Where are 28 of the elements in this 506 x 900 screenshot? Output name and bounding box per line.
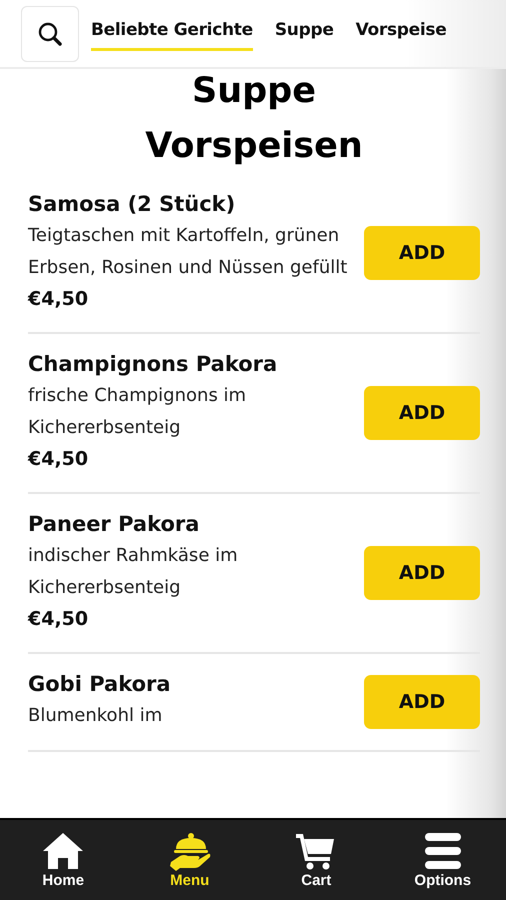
home-icon	[41, 831, 86, 871]
category-tab[interactable]: Vorspeise	[356, 16, 446, 51]
dish-name: Samosa (2 Stück)	[28, 192, 236, 216]
section-title: Vorspeisen	[144, 125, 364, 168]
search-button[interactable]	[21, 6, 79, 62]
dish-description: Blumenkohl im	[28, 704, 164, 728]
section-title: Suppe	[191, 70, 317, 113]
dish-name: Champignons Pakora	[28, 352, 278, 376]
add-button[interactable]: ADD	[364, 386, 480, 440]
dish-price: €4,50	[28, 287, 90, 312]
nav-tab[interactable]: Cart	[253, 820, 380, 900]
add-button[interactable]: ADD	[364, 226, 480, 280]
dish-description: frische Champignons im Kichererbsenteig	[28, 384, 248, 440]
dish-name: Paneer Pakora	[28, 512, 200, 536]
search-icon	[37, 20, 63, 46]
dish-price: €4,50	[28, 447, 90, 472]
add-button[interactable]: ADD	[364, 675, 480, 729]
nav-tab[interactable]: Home	[0, 820, 126, 900]
nav-tab[interactable]: Options	[380, 820, 506, 900]
dish-price: €4,50	[28, 607, 90, 632]
category-tab[interactable]: Suppe	[274, 16, 334, 51]
dish-name: Gobi Pakora	[28, 672, 172, 696]
nav-tab[interactable]: Menu	[126, 820, 253, 900]
serving-cloche-icon	[168, 831, 212, 871]
add-button[interactable]: ADD	[364, 546, 480, 600]
category-tab[interactable]: Beliebte Gerichte	[91, 16, 253, 51]
dish-description: Teigtaschen mit Kartoffeln, grünen Erbsen, Rosinen und Nüssen gefüllt	[28, 224, 348, 280]
dish-description: indischer Rahmkäse im Kichererbsenteig	[28, 544, 239, 600]
